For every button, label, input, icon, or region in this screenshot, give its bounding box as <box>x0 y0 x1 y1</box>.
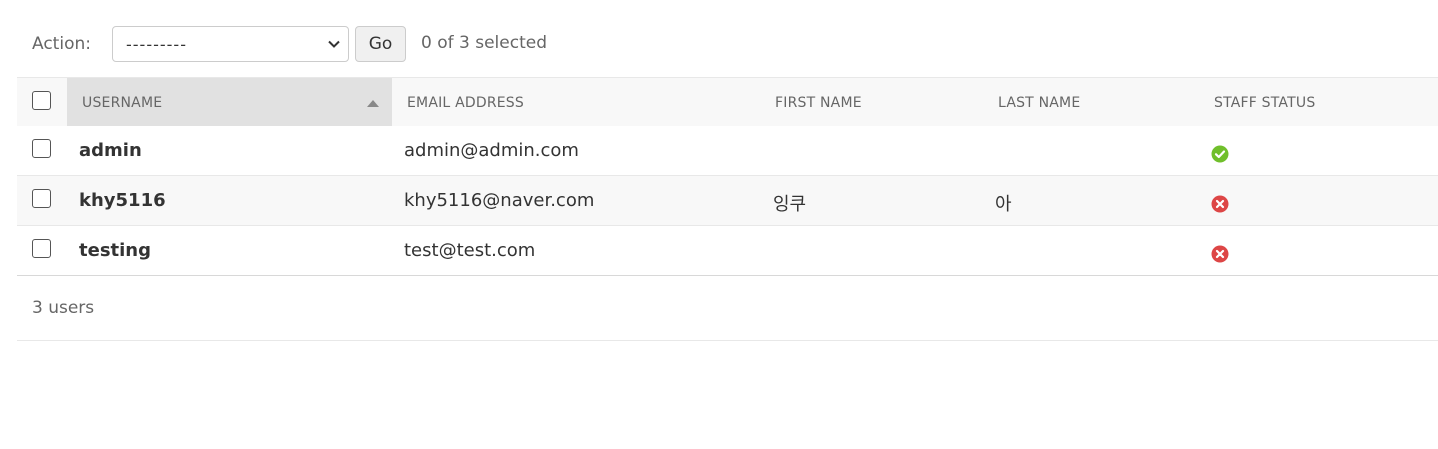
action-label: Action: <box>32 34 91 54</box>
column-header-username[interactable]: Username <box>82 95 162 111</box>
table-row: admin admin@admin.com <box>17 126 1438 176</box>
first-name-cell: 잉쿠 <box>773 194 807 215</box>
column-header-first-name[interactable]: First name <box>775 95 862 111</box>
table-row: khy5116 khy5116@naver.com 잉쿠 아 <box>17 176 1438 226</box>
actions-bar: Action: --------- Go 0 of 3 selected <box>0 0 1438 78</box>
check-icon <box>1211 145 1229 163</box>
selected-count: 0 of 3 selected <box>421 33 547 53</box>
username-link[interactable]: testing <box>79 240 151 261</box>
go-button[interactable]: Go <box>355 26 406 62</box>
user-count: 3 users <box>32 298 95 318</box>
username-link[interactable]: admin <box>79 140 142 161</box>
action-select-value: --------- <box>126 35 187 54</box>
row-checkbox[interactable] <box>32 239 51 258</box>
action-select[interactable]: --------- <box>112 26 349 62</box>
chevron-down-icon <box>328 40 340 48</box>
column-header-last-name[interactable]: Last name <box>998 95 1080 111</box>
last-name-cell: 아 <box>995 194 1012 215</box>
column-header-email[interactable]: Email address <box>407 95 524 111</box>
x-icon <box>1211 245 1229 263</box>
select-all-checkbox[interactable] <box>32 91 51 110</box>
email-cell: admin@admin.com <box>404 140 579 161</box>
username-link[interactable]: khy5116 <box>79 190 166 211</box>
row-checkbox[interactable] <box>32 189 51 208</box>
table-header: Username Email address First name Last n… <box>17 77 1438 127</box>
column-header-staff-status[interactable]: Staff status <box>1214 95 1315 111</box>
row-checkbox[interactable] <box>32 139 51 158</box>
x-icon <box>1211 195 1229 213</box>
email-cell: khy5116@naver.com <box>404 190 595 211</box>
paginator: 3 users <box>17 277 1438 341</box>
sort-ascending-icon[interactable] <box>367 100 379 107</box>
email-cell: test@test.com <box>404 240 536 261</box>
table-row: testing test@test.com <box>17 226 1438 276</box>
